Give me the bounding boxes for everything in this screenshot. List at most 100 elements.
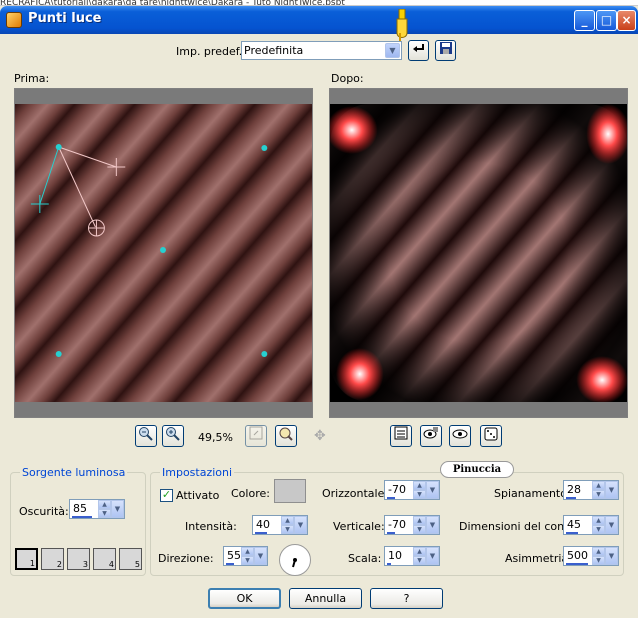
spin-down-icon[interactable]: ▼ bbox=[592, 556, 605, 565]
maximize-button[interactable]: □ bbox=[596, 10, 617, 31]
chevron-down-icon[interactable]: ▼ bbox=[254, 547, 267, 565]
floppy-disk-icon bbox=[439, 42, 452, 54]
direction-slider[interactable] bbox=[226, 563, 234, 565]
color-label: Colore: bbox=[231, 487, 270, 500]
preset-select[interactable]: Predefinita ▼ bbox=[241, 41, 402, 60]
spread-spinner[interactable]: 28 ▲ ▼ ▼ bbox=[563, 480, 619, 500]
intensity-label: Intensità: bbox=[185, 520, 237, 533]
fit-window-button[interactable] bbox=[245, 425, 267, 447]
horizontal-value: -70 bbox=[388, 483, 406, 496]
move-icon: ✥ bbox=[314, 428, 326, 444]
zoom-out-button[interactable] bbox=[135, 425, 157, 447]
vertical-slider[interactable] bbox=[387, 532, 395, 534]
preset-label: Imp. predef.: bbox=[176, 45, 246, 58]
list-icon bbox=[394, 426, 408, 440]
spin-down-icon[interactable]: ▼ bbox=[281, 525, 294, 534]
after-label: Dopo: bbox=[331, 72, 364, 85]
spin-down-icon[interactable]: ▼ bbox=[241, 556, 254, 565]
chevron-down-icon[interactable]: ▼ bbox=[385, 43, 400, 58]
spin-up-icon[interactable]: ▲ bbox=[241, 547, 254, 556]
light-1-number: 1 bbox=[29, 559, 35, 568]
spin-down-icon[interactable]: ▼ bbox=[413, 490, 426, 499]
chevron-down-icon[interactable]: ▼ bbox=[426, 481, 439, 499]
spin-up-icon[interactable]: ▲ bbox=[413, 481, 426, 490]
navigate-button[interactable] bbox=[275, 425, 297, 447]
light-4-button[interactable]: 4 bbox=[93, 548, 116, 570]
close-button[interactable]: × bbox=[617, 10, 636, 31]
vertical-label: Verticale: bbox=[333, 520, 385, 533]
eye-icon bbox=[452, 429, 468, 439]
horizontal-slider[interactable] bbox=[387, 497, 395, 499]
zoom-level: 49,5% bbox=[198, 431, 233, 444]
spin-down-icon[interactable]: ▼ bbox=[592, 525, 605, 534]
direction-dial[interactable] bbox=[279, 544, 311, 576]
spread-slider[interactable] bbox=[566, 497, 576, 499]
spin-up-icon[interactable]: ▲ bbox=[413, 547, 426, 556]
light-1-button[interactable]: 1 bbox=[15, 548, 38, 570]
auto-proof-button[interactable] bbox=[420, 425, 442, 447]
title-bar[interactable]: Punti luce _ □ × bbox=[0, 6, 638, 34]
dice-icon bbox=[484, 427, 498, 441]
undo-arrow-icon bbox=[412, 44, 424, 52]
chevron-down-icon[interactable]: ▼ bbox=[294, 516, 307, 534]
scale-value: 10 bbox=[388, 549, 402, 562]
spin-down-icon[interactable]: ▼ bbox=[413, 556, 426, 565]
light-3-button[interactable]: 3 bbox=[67, 548, 90, 570]
save-preset-button[interactable] bbox=[435, 40, 456, 61]
zoom-in-button[interactable] bbox=[162, 425, 184, 447]
chevron-down-icon[interactable]: ▼ bbox=[605, 516, 618, 534]
horizontal-spinner[interactable]: -70 ▲ ▼ ▼ bbox=[384, 480, 440, 500]
before-preview[interactable] bbox=[14, 88, 313, 418]
spin-up-icon[interactable]: ▲ bbox=[281, 516, 294, 525]
spin-down-icon[interactable]: ▼ bbox=[98, 509, 111, 518]
before-label: Prima: bbox=[14, 72, 50, 85]
spin-up-icon[interactable]: ▲ bbox=[592, 547, 605, 556]
vertical-spinner[interactable]: -70 ▲ ▼ ▼ bbox=[384, 515, 440, 535]
cone-size-slider[interactable] bbox=[566, 532, 578, 534]
scale-slider[interactable] bbox=[387, 563, 391, 565]
spin-down-icon[interactable]: ▼ bbox=[592, 490, 605, 499]
randomize-button[interactable] bbox=[480, 425, 502, 447]
spin-up-icon[interactable]: ▲ bbox=[592, 516, 605, 525]
asymmetry-value: 500 bbox=[567, 549, 588, 562]
preview-eye-button[interactable] bbox=[449, 425, 471, 447]
spin-down-icon[interactable]: ▼ bbox=[413, 525, 426, 534]
spread-label: Spianamento: bbox=[494, 487, 571, 500]
enabled-label: Attivato bbox=[176, 489, 220, 502]
darkness-spinner[interactable]: 85 ▲ ▼ ▼ bbox=[69, 499, 125, 519]
chevron-down-icon[interactable]: ▼ bbox=[426, 547, 439, 565]
after-image bbox=[330, 104, 627, 402]
spin-up-icon[interactable]: ▲ bbox=[592, 481, 605, 490]
intensity-spinner[interactable]: 40 ▲ ▼ ▼ bbox=[252, 515, 308, 535]
spin-up-icon[interactable]: ▲ bbox=[413, 516, 426, 525]
intensity-slider[interactable] bbox=[255, 532, 267, 534]
asymmetry-slider[interactable] bbox=[566, 563, 588, 565]
reset-preset-button[interactable] bbox=[408, 40, 429, 61]
light-5-number: 5 bbox=[134, 560, 140, 569]
chevron-down-icon[interactable]: ▼ bbox=[426, 516, 439, 534]
settings-group-title: Impostazioni bbox=[160, 466, 235, 479]
enabled-checkbox[interactable]: ✓ bbox=[160, 489, 173, 502]
light-2-number: 2 bbox=[56, 560, 62, 569]
minimize-button[interactable]: _ bbox=[574, 10, 595, 31]
spin-up-icon[interactable]: ▲ bbox=[98, 500, 111, 509]
direction-spinner[interactable]: 55 ▲ ▼ ▼ bbox=[223, 546, 268, 566]
chevron-down-icon[interactable]: ▼ bbox=[111, 500, 124, 518]
darkness-slider[interactable] bbox=[72, 516, 92, 518]
proof-toggle-button[interactable] bbox=[390, 425, 412, 447]
help-button[interactable]: ? bbox=[370, 588, 443, 609]
cone-size-spinner[interactable]: 45 ▲ ▼ ▼ bbox=[563, 515, 619, 535]
light-3-number: 3 bbox=[82, 560, 88, 569]
horizontal-label: Orizzontale: bbox=[322, 487, 389, 500]
light-2-button[interactable]: 2 bbox=[41, 548, 64, 570]
ok-button[interactable]: OK bbox=[208, 588, 281, 609]
scale-spinner[interactable]: 10 ▲ ▼ ▼ bbox=[384, 546, 440, 566]
before-image bbox=[15, 104, 312, 402]
chevron-down-icon[interactable]: ▼ bbox=[605, 481, 618, 499]
light-target-handle[interactable] bbox=[88, 219, 105, 237]
cancel-button[interactable]: Annulla bbox=[289, 588, 362, 609]
light-5-button[interactable]: 5 bbox=[119, 548, 142, 570]
asymmetry-spinner[interactable]: 500 ▲ ▼ ▼ bbox=[563, 546, 619, 566]
chevron-down-icon[interactable]: ▼ bbox=[605, 547, 618, 565]
color-swatch[interactable] bbox=[274, 479, 306, 503]
